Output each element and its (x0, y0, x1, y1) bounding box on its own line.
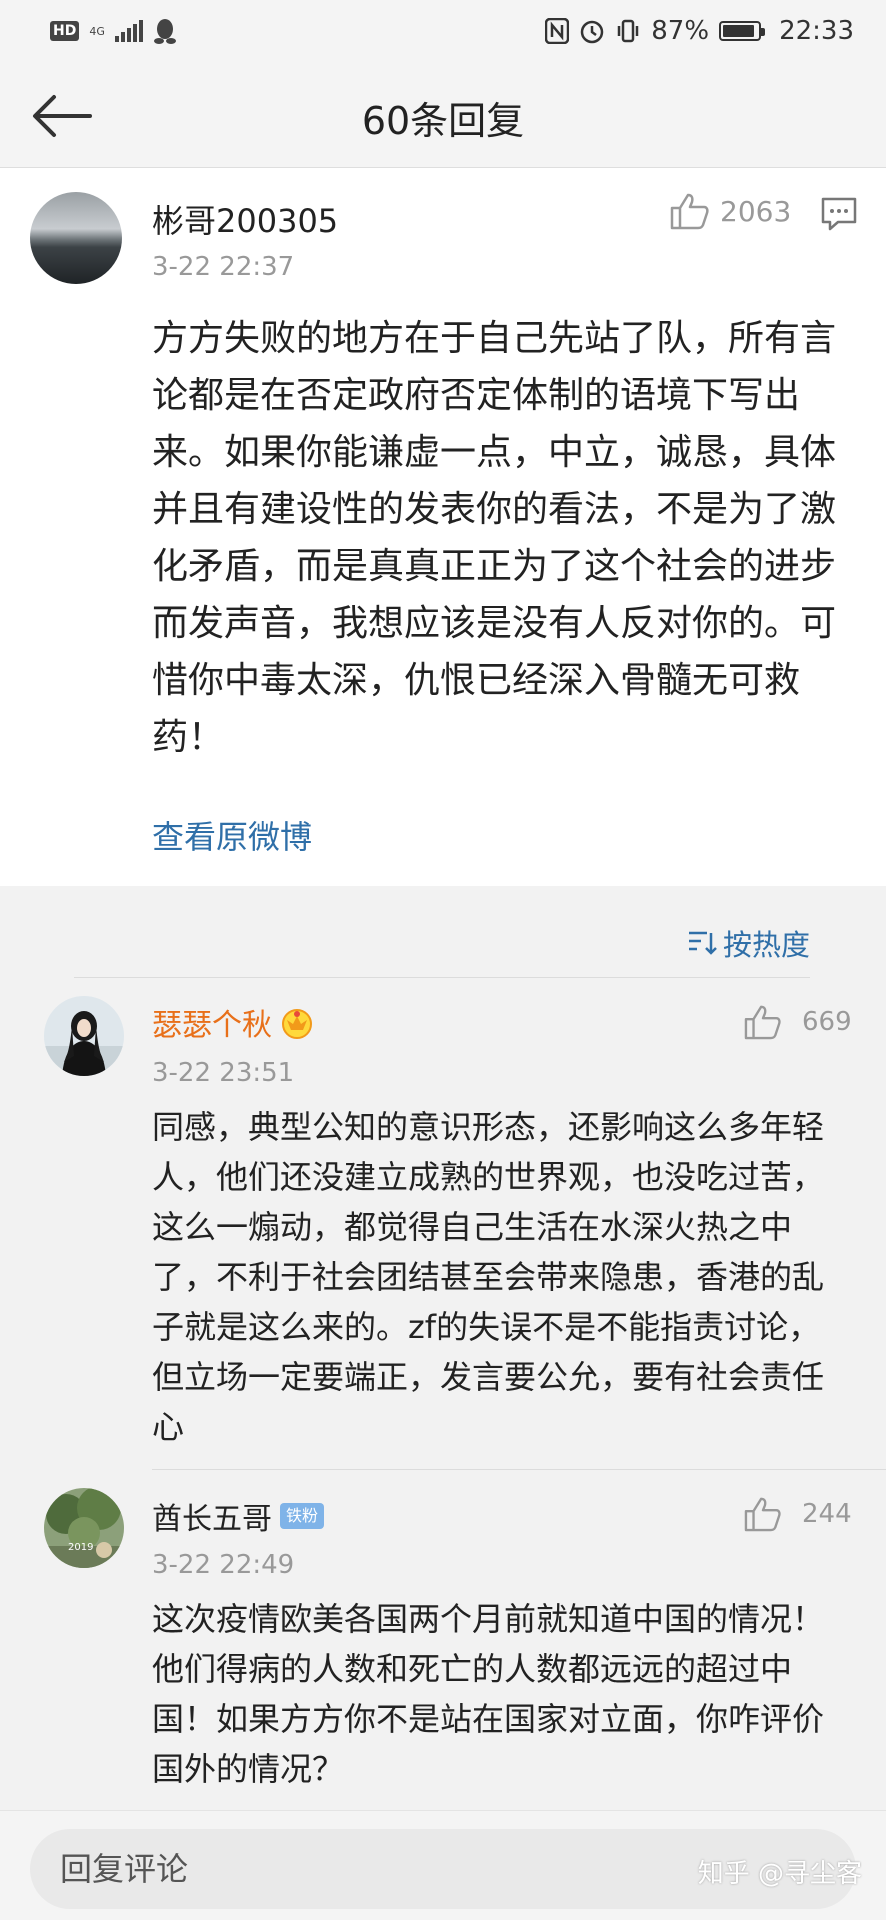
avatar[interactable]: 2019 (44, 1488, 124, 1568)
sort-button[interactable]: 按热度 (687, 922, 810, 964)
avatar-image (44, 1488, 124, 1568)
vibrate-icon (618, 19, 639, 43)
status-bar: HD 4G 87% 22:33 (0, 0, 886, 62)
username-row: 酋长五哥 铁粉 (152, 1494, 325, 1538)
comment-time: 3-22 22:37 (152, 252, 295, 282)
username[interactable]: 彬哥200305 (152, 196, 338, 242)
like-count: 2063 (720, 194, 792, 228)
avatar[interactable] (30, 192, 122, 284)
divider (152, 1469, 886, 1470)
battery-icon (719, 21, 766, 41)
view-original-link[interactable]: 查看原微博 (152, 812, 312, 858)
like-count: 669 (802, 1007, 852, 1037)
network-label: 4G (89, 24, 105, 38)
clock: 22:33 (779, 16, 854, 46)
nfc-icon (545, 18, 570, 44)
comment-time: 3-22 22:49 (152, 1550, 295, 1580)
status-right: 87% 22:33 (545, 16, 854, 46)
reply-text: 这次疫情欧美各国两个月前就知道中国的情况！他们得病的人数和死亡的人数都远远的超过… (152, 1600, 825, 1788)
status-left: HD 4G (50, 17, 177, 45)
like-count: 244 (802, 1499, 852, 1529)
username-row: 瑟瑟个秋 (152, 1000, 316, 1044)
comment-icon[interactable] (820, 196, 858, 232)
watermark: 知乎 @寻尘客 (697, 1859, 862, 1889)
like-button[interactable]: 669 (744, 1004, 852, 1040)
fan-badge: 铁粉 (280, 1503, 325, 1529)
sort-label: 按热度 (722, 928, 810, 962)
sort-icon (688, 931, 717, 955)
vip-crown-icon (282, 1009, 312, 1039)
signal-icon (114, 20, 143, 42)
bottom-bar: 回复评论 知乎 @寻尘客 (0, 1810, 886, 1920)
page-title: 60条回复 (361, 99, 525, 143)
battery-percent: 87% (651, 16, 710, 46)
thumbs-up-icon (744, 1497, 781, 1532)
avatar-image (44, 996, 124, 1076)
main-comment: 彬哥200305 3-22 22:37 2063 方方失败的地方在于自己先站了队… (0, 168, 886, 886)
avatar-caption: 2019 (68, 1542, 94, 1553)
comment-text: 方方失败的地方在于自己先站了队，所有言论都是在否定政府否定体制的语境下写出来。如… (152, 318, 837, 758)
reply-text: 同感，典型公知的意识形态，还影响这么多年轻人，他们还没建立成熟的世界观，也没吃过… (152, 1108, 825, 1446)
avatar[interactable] (44, 996, 124, 1076)
hd-icon: HD (50, 21, 80, 41)
divider (74, 977, 810, 978)
comment-time: 3-22 23:51 (152, 1058, 295, 1088)
qq-icon (153, 19, 176, 44)
username[interactable]: 瑟瑟个秋 (152, 1000, 272, 1044)
alarm-icon (581, 20, 604, 44)
header: 60条回复 (0, 62, 886, 168)
like-button[interactable]: 2063 (670, 192, 791, 230)
sort-row: 按热度 (0, 886, 886, 978)
thumbs-up-icon (670, 193, 709, 230)
like-button[interactable]: 244 (744, 1496, 852, 1532)
username[interactable]: 酋长五哥 (152, 1494, 272, 1538)
thumbs-up-icon (744, 1005, 781, 1040)
network-type: 4G (89, 26, 105, 37)
